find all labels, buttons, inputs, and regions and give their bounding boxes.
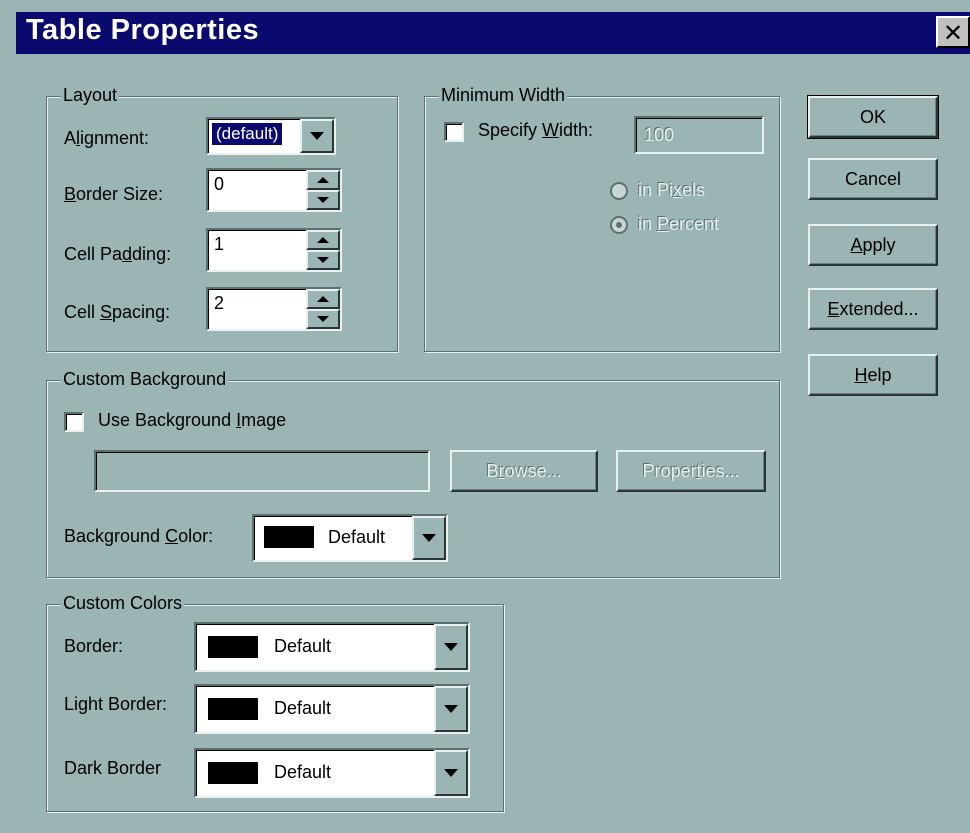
alignment-value: (default) [210,122,284,146]
dark-border-dropdown[interactable]: Default [194,748,470,798]
dark-border-value: Default [274,762,332,782]
arrow-down-icon [317,257,329,263]
cell-spacing-input[interactable]: 2 [206,287,342,331]
alignment-label: Alignment: [64,128,150,148]
arrow-up-icon [317,296,329,302]
background-color-dropdown-arrow[interactable] [412,516,446,560]
color-swatch [264,526,314,548]
border-color-value: Default [274,636,332,656]
help-button[interactable]: Help [808,354,938,396]
dark-border-label: Dark Border [64,758,162,778]
stepper-up-button[interactable] [306,289,340,309]
border-size-stepper[interactable] [306,170,340,210]
border-size-value: 0 [214,174,225,194]
cell-padding-input[interactable]: 1 [206,228,342,272]
cancel-button[interactable]: Cancel [808,158,938,200]
stepper-down-button[interactable] [306,250,340,270]
in-percent-radio[interactable] [610,216,628,234]
background-color-dropdown[interactable]: Default [252,514,448,562]
dark-border-dropdown-arrow[interactable] [434,750,468,796]
cell-padding-value: 1 [214,234,225,254]
cell-padding-label: Cell Padding: [64,244,172,264]
background-color-label: Background Color: [64,526,214,546]
use-background-image-label[interactable]: Use Background Image [98,410,286,431]
use-background-image-checkbox[interactable] [64,412,84,432]
min-width-input[interactable]: 100 [634,116,764,154]
background-color-value: Default [328,527,386,547]
in-pixels-label[interactable]: in Pixels [638,180,705,201]
in-percent-label[interactable]: in Percent [638,214,719,235]
in-pixels-radio[interactable] [610,182,628,200]
stepper-up-button[interactable] [306,170,340,190]
minimum-width-legend: Minimum Width [439,85,568,106]
close-button[interactable]: ✕ [936,16,970,48]
arrow-up-icon [317,177,329,183]
close-icon: ✕ [942,20,964,47]
light-border-value: Default [274,698,332,718]
alignment-dropdown[interactable]: (default) [206,117,336,155]
extended-button[interactable]: Extended... [808,288,938,330]
title-bar[interactable]: Table Properties ✕ [16,12,970,54]
light-border-dropdown[interactable]: Default [194,684,470,734]
ok-button[interactable]: OK [807,95,939,139]
color-swatch [208,698,258,720]
light-border-dropdown-arrow[interactable] [434,686,468,732]
border-color-label: Border: [64,636,124,656]
border-size-label: Border Size: [64,184,164,204]
stepper-down-button[interactable] [306,309,340,329]
custom-background-legend: Custom Background [61,369,229,390]
ok-label: OK [859,107,886,127]
stepper-up-button[interactable] [306,230,340,250]
arrow-up-icon [317,237,329,243]
custom-colors-legend: Custom Colors [61,593,185,614]
border-size-input[interactable]: 0 [206,168,342,212]
cell-spacing-label: Cell Spacing: [64,302,171,322]
alignment-dropdown-arrow[interactable] [300,119,334,153]
stepper-down-button[interactable] [306,190,340,210]
layout-legend: Layout [61,85,120,106]
window-title: Table Properties [26,14,260,46]
cell-padding-stepper[interactable] [306,230,340,270]
border-color-dropdown[interactable]: Default [194,622,470,672]
color-swatch [208,636,258,658]
chevron-down-icon [444,705,458,713]
cell-spacing-value: 2 [214,293,225,313]
light-border-label: Light Border: [64,694,168,714]
chevron-down-icon [444,643,458,651]
background-image-path-input[interactable] [94,450,430,492]
browse-button[interactable]: Browse... [450,450,598,492]
cell-spacing-stepper[interactable] [306,289,340,329]
specify-width-checkbox[interactable] [444,122,464,142]
arrow-down-icon [317,197,329,203]
radio-selected-dot [616,222,622,228]
properties-button[interactable]: Properties... [616,450,766,492]
chevron-down-icon [422,534,436,542]
min-width-value: 100 [644,125,675,145]
arrow-down-icon [317,316,329,322]
color-swatch [208,762,258,784]
cancel-label: Cancel [844,169,902,189]
specify-width-label[interactable]: Specify Width: [478,120,593,141]
chevron-down-icon [310,132,324,140]
chevron-down-icon [444,769,458,777]
apply-button[interactable]: Apply [808,224,938,266]
border-color-dropdown-arrow[interactable] [434,624,468,670]
